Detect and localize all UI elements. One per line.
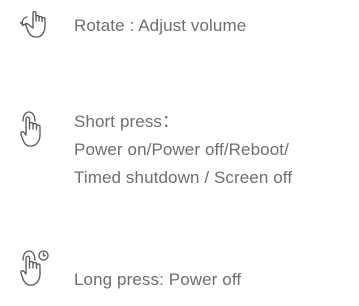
rotate-hand-icon <box>14 8 64 48</box>
instruction-short-press: Short press： Power on/Power off/Reboot/ … <box>0 105 359 205</box>
long-press-description: Long press: Power off <box>74 266 241 294</box>
short-press-line-1: Short press： <box>74 112 180 131</box>
short-press-line-3: Timed shutdown / Screen off <box>74 168 293 187</box>
long-press-line-1: Long press: Power off <box>74 270 242 289</box>
long-press-hand-icon <box>18 249 62 293</box>
short-press-line-2: Power on/Power off/Reboot/ <box>74 140 289 159</box>
instruction-long-press: Long press: Power off <box>0 247 359 297</box>
rotate-description: Rotate : Adjust volume <box>74 12 246 40</box>
short-press-description: Short press： Power on/Power off/Reboot/ … <box>74 108 292 192</box>
tap-hand-icon <box>18 110 58 152</box>
instruction-rotate: Rotate : Adjust volume <box>0 8 359 48</box>
rotate-line-1: Rotate : Adjust volume <box>74 16 247 35</box>
